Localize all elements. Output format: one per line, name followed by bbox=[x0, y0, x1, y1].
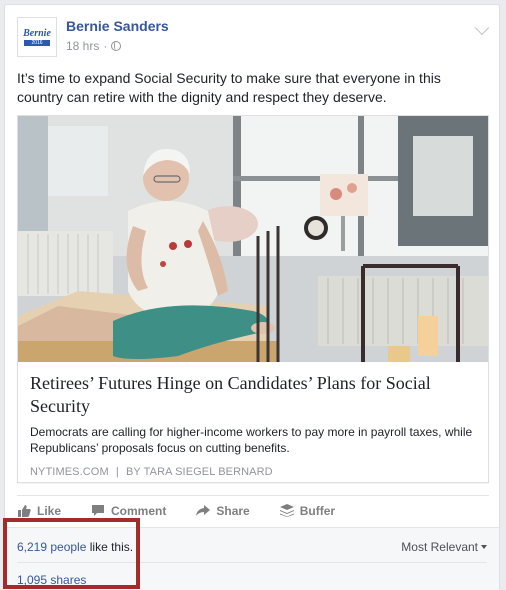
post-text: It’s time to expand Social Security to m… bbox=[17, 70, 441, 105]
buffer-stack-icon bbox=[279, 504, 294, 517]
source-byline: BY TARA SIEGEL BERNARD bbox=[126, 466, 273, 478]
link-source: NYTIMES.COM | BY TARA SIEGEL BERNARD bbox=[30, 466, 476, 478]
source-domain: NYTIMES.COM bbox=[30, 466, 109, 478]
buffer-label: Buffer bbox=[299, 503, 336, 518]
comment-label: Comment bbox=[111, 503, 167, 518]
chevron-down-icon[interactable] bbox=[474, 20, 490, 36]
comment-button[interactable]: Comment bbox=[91, 504, 166, 518]
share-arrow-icon bbox=[196, 505, 211, 516]
source-separator: | bbox=[115, 466, 119, 478]
link-preview-card[interactable]: Retirees’ Futures Hinge on Candidates’ P… bbox=[17, 115, 489, 483]
share-label: Share bbox=[216, 503, 250, 518]
author-name[interactable]: Bernie Sanders bbox=[66, 18, 169, 34]
globe-icon[interactable] bbox=[111, 41, 122, 51]
link-title[interactable]: Retirees’ Futures Hinge on Candidates’ P… bbox=[30, 372, 476, 418]
like-button[interactable]: Like bbox=[17, 504, 61, 518]
share-button[interactable]: Share bbox=[196, 503, 250, 518]
comment-sort-dropdown[interactable]: Most Relevant bbox=[401, 540, 487, 554]
post-meta: 18 hrs · bbox=[66, 39, 122, 53]
avatar-logo-text: Bernie bbox=[23, 27, 51, 39]
avatar-logo-year: 2016 bbox=[24, 39, 50, 46]
caret-down-icon bbox=[481, 545, 487, 549]
timestamp[interactable]: 18 hrs bbox=[66, 39, 99, 53]
comment-icon bbox=[92, 505, 105, 516]
sort-label: Most Relevant bbox=[401, 540, 478, 554]
post-header: Bernie 2016 Bernie Sanders 18 hrs · bbox=[17, 17, 490, 61]
thumbs-up-icon bbox=[18, 505, 31, 517]
buffer-button[interactable]: Buffer bbox=[279, 503, 336, 518]
link-description: Democrats are calling for higher-income … bbox=[30, 425, 473, 455]
article-photo[interactable] bbox=[18, 116, 488, 362]
meta-dot: · bbox=[103, 39, 108, 53]
highlight-annotation-box bbox=[3, 518, 140, 589]
avatar[interactable]: Bernie 2016 bbox=[17, 17, 57, 57]
link-card-body: Retirees’ Futures Hinge on Candidates’ P… bbox=[18, 362, 488, 488]
like-label: Like bbox=[37, 503, 62, 518]
facebook-post: Bernie 2016 Bernie Sanders 18 hrs · It’s… bbox=[4, 4, 500, 590]
